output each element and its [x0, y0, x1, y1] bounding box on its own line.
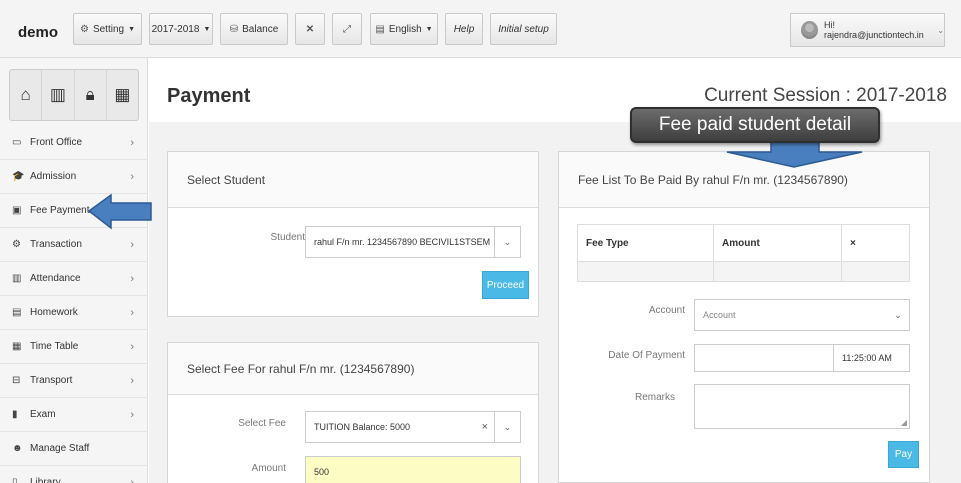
callout-label: Fee paid student detail — [630, 107, 880, 143]
down-arrow-icon — [726, 141, 863, 168]
left-arrow-icon — [87, 193, 152, 230]
annotation-overlay — [87, 141, 863, 230]
